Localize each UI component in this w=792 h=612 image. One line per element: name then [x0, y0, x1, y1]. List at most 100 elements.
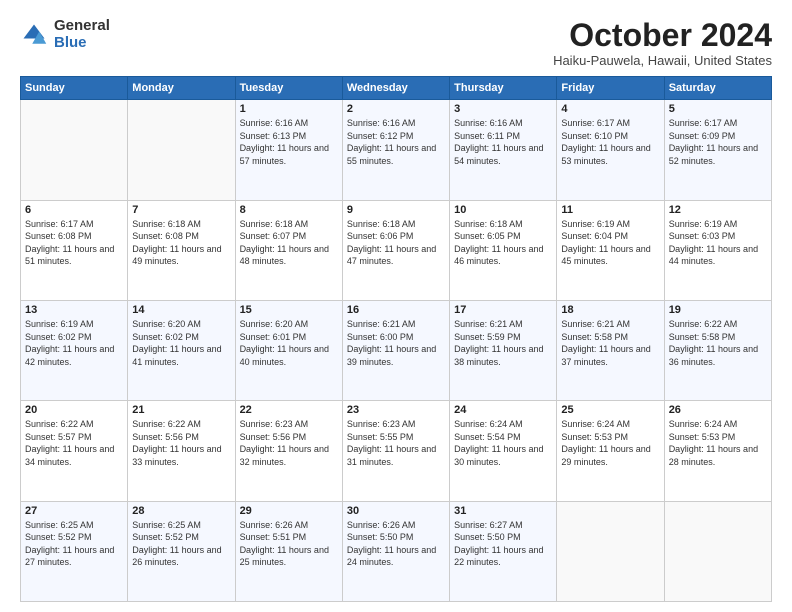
- day-info: Sunrise: 6:26 AMSunset: 5:51 PMDaylight:…: [240, 520, 329, 568]
- calendar-day: 7 Sunrise: 6:18 AMSunset: 6:08 PMDayligh…: [128, 200, 235, 300]
- weekday-row: SundayMondayTuesdayWednesdayThursdayFrid…: [21, 77, 772, 100]
- calendar-day: 8 Sunrise: 6:18 AMSunset: 6:07 PMDayligh…: [235, 200, 342, 300]
- day-info: Sunrise: 6:23 AMSunset: 5:55 PMDaylight:…: [347, 419, 436, 467]
- day-number: 18: [561, 304, 659, 316]
- calendar-day: 24 Sunrise: 6:24 AMSunset: 5:54 PMDaylig…: [450, 401, 557, 501]
- calendar-day: 15 Sunrise: 6:20 AMSunset: 6:01 PMDaylig…: [235, 300, 342, 400]
- weekday-header: Sunday: [21, 77, 128, 100]
- calendar-day: 14 Sunrise: 6:20 AMSunset: 6:02 PMDaylig…: [128, 300, 235, 400]
- calendar-week: 6 Sunrise: 6:17 AMSunset: 6:08 PMDayligh…: [21, 200, 772, 300]
- calendar-day: 1 Sunrise: 6:16 AMSunset: 6:13 PMDayligh…: [235, 100, 342, 200]
- day-number: 4: [561, 103, 659, 115]
- day-number: 6: [25, 204, 123, 216]
- day-number: 28: [132, 505, 230, 517]
- day-info: Sunrise: 6:19 AMSunset: 6:02 PMDaylight:…: [25, 319, 114, 367]
- calendar-day: 11 Sunrise: 6:19 AMSunset: 6:04 PMDaylig…: [557, 200, 664, 300]
- day-info: Sunrise: 6:20 AMSunset: 6:01 PMDaylight:…: [240, 319, 329, 367]
- day-number: 22: [240, 404, 338, 416]
- day-number: 7: [132, 204, 230, 216]
- day-info: Sunrise: 6:20 AMSunset: 6:02 PMDaylight:…: [132, 319, 221, 367]
- day-info: Sunrise: 6:16 AMSunset: 6:13 PMDaylight:…: [240, 118, 329, 166]
- calendar-day: 25 Sunrise: 6:24 AMSunset: 5:53 PMDaylig…: [557, 401, 664, 501]
- day-number: 30: [347, 505, 445, 517]
- day-info: Sunrise: 6:19 AMSunset: 6:03 PMDaylight:…: [669, 219, 758, 267]
- calendar-day: [664, 501, 771, 601]
- title-block: October 2024 Haiku-Pauwela, Hawaii, Unit…: [553, 18, 772, 68]
- calendar-body: 1 Sunrise: 6:16 AMSunset: 6:13 PMDayligh…: [21, 100, 772, 602]
- day-info: Sunrise: 6:18 AMSunset: 6:05 PMDaylight:…: [454, 219, 543, 267]
- day-info: Sunrise: 6:25 AMSunset: 5:52 PMDaylight:…: [25, 520, 114, 568]
- day-number: 21: [132, 404, 230, 416]
- day-info: Sunrise: 6:16 AMSunset: 6:12 PMDaylight:…: [347, 118, 436, 166]
- logo-text: General Blue: [54, 18, 110, 51]
- day-info: Sunrise: 6:21 AMSunset: 6:00 PMDaylight:…: [347, 319, 436, 367]
- day-info: Sunrise: 6:18 AMSunset: 6:06 PMDaylight:…: [347, 219, 436, 267]
- calendar-day: 13 Sunrise: 6:19 AMSunset: 6:02 PMDaylig…: [21, 300, 128, 400]
- day-info: Sunrise: 6:22 AMSunset: 5:58 PMDaylight:…: [669, 319, 758, 367]
- calendar-day: 26 Sunrise: 6:24 AMSunset: 5:53 PMDaylig…: [664, 401, 771, 501]
- day-info: Sunrise: 6:26 AMSunset: 5:50 PMDaylight:…: [347, 520, 436, 568]
- calendar-header: SundayMondayTuesdayWednesdayThursdayFrid…: [21, 77, 772, 100]
- day-info: Sunrise: 6:17 AMSunset: 6:08 PMDaylight:…: [25, 219, 114, 267]
- calendar-day: 5 Sunrise: 6:17 AMSunset: 6:09 PMDayligh…: [664, 100, 771, 200]
- calendar-day: 29 Sunrise: 6:26 AMSunset: 5:51 PMDaylig…: [235, 501, 342, 601]
- calendar-day: 21 Sunrise: 6:22 AMSunset: 5:56 PMDaylig…: [128, 401, 235, 501]
- day-info: Sunrise: 6:23 AMSunset: 5:56 PMDaylight:…: [240, 419, 329, 467]
- day-number: 31: [454, 505, 552, 517]
- header: General Blue October 2024 Haiku-Pauwela,…: [20, 18, 772, 68]
- day-number: 25: [561, 404, 659, 416]
- calendar-day: 30 Sunrise: 6:26 AMSunset: 5:50 PMDaylig…: [342, 501, 449, 601]
- weekday-header: Monday: [128, 77, 235, 100]
- calendar-week: 13 Sunrise: 6:19 AMSunset: 6:02 PMDaylig…: [21, 300, 772, 400]
- day-info: Sunrise: 6:18 AMSunset: 6:08 PMDaylight:…: [132, 219, 221, 267]
- weekday-header: Saturday: [664, 77, 771, 100]
- calendar-day: 27 Sunrise: 6:25 AMSunset: 5:52 PMDaylig…: [21, 501, 128, 601]
- day-number: 13: [25, 304, 123, 316]
- logo: General Blue: [20, 18, 110, 51]
- day-number: 19: [669, 304, 767, 316]
- day-info: Sunrise: 6:24 AMSunset: 5:53 PMDaylight:…: [561, 419, 650, 467]
- day-number: 2: [347, 103, 445, 115]
- calendar-day: 17 Sunrise: 6:21 AMSunset: 5:59 PMDaylig…: [450, 300, 557, 400]
- day-number: 20: [25, 404, 123, 416]
- day-info: Sunrise: 6:16 AMSunset: 6:11 PMDaylight:…: [454, 118, 543, 166]
- day-number: 12: [669, 204, 767, 216]
- day-info: Sunrise: 6:25 AMSunset: 5:52 PMDaylight:…: [132, 520, 221, 568]
- weekday-header: Wednesday: [342, 77, 449, 100]
- day-number: 9: [347, 204, 445, 216]
- calendar-day: 23 Sunrise: 6:23 AMSunset: 5:55 PMDaylig…: [342, 401, 449, 501]
- day-info: Sunrise: 6:18 AMSunset: 6:07 PMDaylight:…: [240, 219, 329, 267]
- day-number: 29: [240, 505, 338, 517]
- day-info: Sunrise: 6:22 AMSunset: 5:56 PMDaylight:…: [132, 419, 221, 467]
- calendar-day: 20 Sunrise: 6:22 AMSunset: 5:57 PMDaylig…: [21, 401, 128, 501]
- day-number: 14: [132, 304, 230, 316]
- calendar-day: [128, 100, 235, 200]
- day-info: Sunrise: 6:19 AMSunset: 6:04 PMDaylight:…: [561, 219, 650, 267]
- calendar-day: [557, 501, 664, 601]
- day-number: 26: [669, 404, 767, 416]
- calendar-day: 2 Sunrise: 6:16 AMSunset: 6:12 PMDayligh…: [342, 100, 449, 200]
- day-number: 16: [347, 304, 445, 316]
- day-number: 8: [240, 204, 338, 216]
- day-number: 3: [454, 103, 552, 115]
- day-number: 1: [240, 103, 338, 115]
- day-info: Sunrise: 6:24 AMSunset: 5:53 PMDaylight:…: [669, 419, 758, 467]
- calendar-day: 16 Sunrise: 6:21 AMSunset: 6:00 PMDaylig…: [342, 300, 449, 400]
- day-number: 15: [240, 304, 338, 316]
- logo-icon: [20, 21, 48, 49]
- calendar-day: 3 Sunrise: 6:16 AMSunset: 6:11 PMDayligh…: [450, 100, 557, 200]
- logo-general: General: [54, 18, 110, 35]
- logo-blue: Blue: [54, 35, 110, 52]
- location: Haiku-Pauwela, Hawaii, United States: [553, 53, 772, 68]
- weekday-header: Tuesday: [235, 77, 342, 100]
- weekday-header: Thursday: [450, 77, 557, 100]
- calendar-day: 6 Sunrise: 6:17 AMSunset: 6:08 PMDayligh…: [21, 200, 128, 300]
- day-info: Sunrise: 6:17 AMSunset: 6:09 PMDaylight:…: [669, 118, 758, 166]
- calendar: SundayMondayTuesdayWednesdayThursdayFrid…: [20, 76, 772, 602]
- calendar-day: 19 Sunrise: 6:22 AMSunset: 5:58 PMDaylig…: [664, 300, 771, 400]
- day-number: 5: [669, 103, 767, 115]
- day-info: Sunrise: 6:27 AMSunset: 5:50 PMDaylight:…: [454, 520, 543, 568]
- calendar-day: [21, 100, 128, 200]
- page: General Blue October 2024 Haiku-Pauwela,…: [0, 0, 792, 612]
- calendar-day: 10 Sunrise: 6:18 AMSunset: 6:05 PMDaylig…: [450, 200, 557, 300]
